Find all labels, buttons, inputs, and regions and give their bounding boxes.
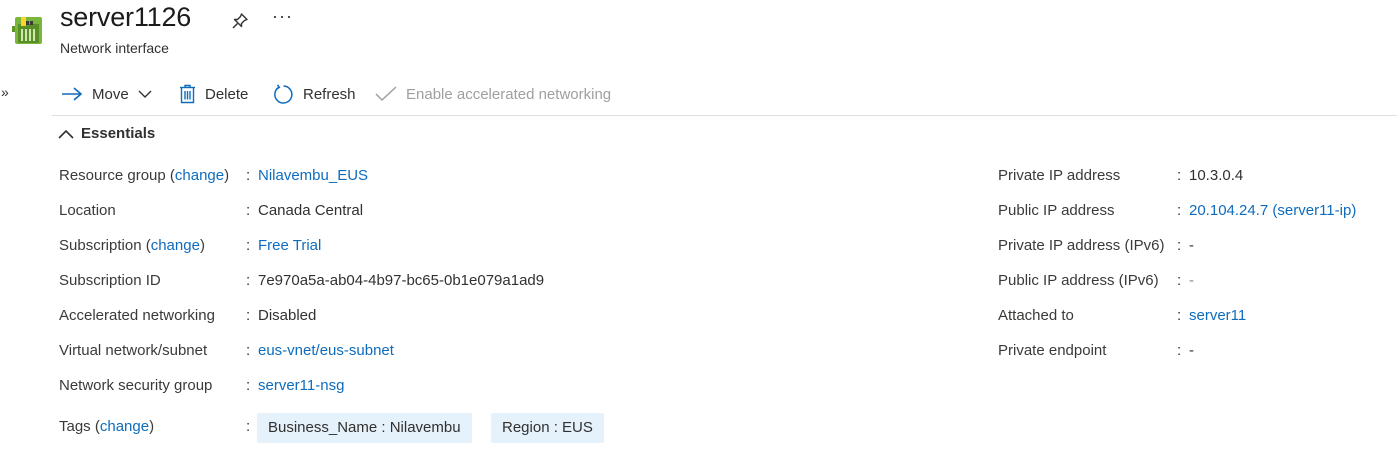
- chevron-up-icon: [58, 129, 74, 139]
- nsg-row: Network security group : server11-nsg: [0, 376, 900, 396]
- essentials-toggle[interactable]: Essentials: [58, 125, 155, 142]
- move-button[interactable]: Move: [61, 80, 152, 108]
- enable-accelerated-networking-label: Enable accelerated networking: [406, 85, 612, 103]
- private-ipv6-value: -: [1189, 237, 1194, 254]
- separator: :: [1177, 272, 1182, 289]
- essentials-title: Essentials: [81, 125, 156, 142]
- page-subtitle: Network interface: [60, 40, 169, 56]
- private-ipv6-label: Private IP address (IPv6): [998, 237, 1165, 254]
- arrow-right-icon: [62, 87, 83, 101]
- private-endpoint-value: -: [1189, 342, 1194, 359]
- tag-business-name[interactable]: Business_Name : Nilavembu: [257, 413, 472, 443]
- attached-to-link[interactable]: server11: [1189, 306, 1246, 326]
- network-interface-icon: [12, 14, 44, 46]
- page-title: server1126: [60, 2, 192, 32]
- separator: :: [1177, 237, 1182, 254]
- separator: :: [246, 377, 251, 394]
- chevron-down-icon: [138, 90, 152, 98]
- pin-icon[interactable]: [231, 12, 249, 30]
- tags-change-link[interactable]: change: [100, 418, 149, 435]
- public-ip-row: Public IP address : 20.104.24.7 (server1…: [0, 201, 1397, 221]
- refresh-label: Refresh: [303, 85, 356, 103]
- private-ipv6-row: Private IP address (IPv6) : -: [0, 236, 1397, 256]
- enable-accelerated-networking-button[interactable]: Enable accelerated networking: [375, 80, 611, 108]
- expand-sidebar-button[interactable]: »: [1, 84, 9, 100]
- delete-button[interactable]: Delete: [179, 80, 248, 108]
- trash-icon: [180, 84, 195, 104]
- nsg-label: Network security group: [59, 377, 213, 394]
- private-ip-label: Private IP address: [998, 167, 1121, 184]
- separator: :: [246, 418, 251, 435]
- separator: :: [1177, 307, 1182, 324]
- checkmark-icon: [375, 86, 397, 102]
- private-endpoint-row: Private endpoint : -: [0, 341, 1397, 361]
- move-label: Move: [92, 85, 129, 103]
- public-ipv6-label: Public IP address (IPv6): [998, 272, 1159, 289]
- delete-label: Delete: [205, 85, 249, 103]
- refresh-icon: [274, 83, 293, 104]
- public-ip-link[interactable]: 20.104.24.7 (server11-ip): [1189, 201, 1356, 221]
- refresh-button[interactable]: Refresh: [273, 80, 356, 108]
- more-options-button[interactable]: ···: [272, 6, 293, 27]
- separator: :: [1177, 167, 1182, 184]
- attached-to-row: Attached to : server11: [0, 306, 1397, 326]
- private-ip-row: Private IP address : 10.3.0.4: [0, 166, 1397, 186]
- tag-region[interactable]: Region : EUS: [491, 413, 604, 443]
- separator: :: [1177, 202, 1182, 219]
- private-ip-value: 10.3.0.4: [1189, 167, 1244, 184]
- toolbar-divider: [52, 115, 1397, 116]
- separator: :: [1177, 342, 1182, 359]
- public-ipv6-row: Public IP address (IPv6) : -: [0, 271, 1397, 291]
- tags-label: Tags (change): [59, 418, 155, 435]
- attached-to-label: Attached to: [998, 307, 1074, 324]
- private-endpoint-label: Private endpoint: [998, 342, 1107, 359]
- nsg-link[interactable]: server11-nsg: [258, 376, 344, 396]
- public-ip-label: Public IP address: [998, 202, 1115, 219]
- public-ipv6-value: -: [1189, 272, 1194, 289]
